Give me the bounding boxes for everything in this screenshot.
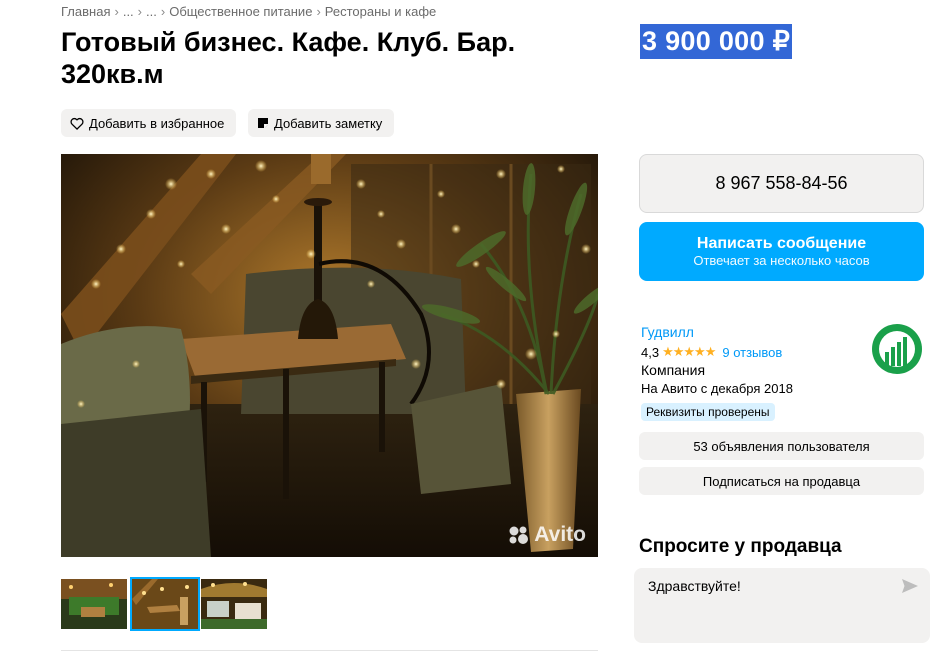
- ask-seller-input[interactable]: Здравствуйте!: [634, 568, 930, 643]
- breadcrumb: Главная ›... ›... › Общественное питание › Рес…: [61, 4, 436, 19]
- thumbnail-image: [132, 579, 198, 629]
- cafe-interior-image: [61, 154, 598, 557]
- page-title: Готовый бизнес. Кафе. Клуб. Бар. 320кв.м: [61, 27, 516, 89]
- main-photo[interactable]: Avito: [61, 154, 598, 557]
- avito-watermark: Avito: [508, 523, 586, 547]
- breadcrumb-item[interactable]: ...: [123, 4, 134, 19]
- breadcrumb-separator-icon: ›: [114, 4, 119, 19]
- reviews-link[interactable]: 9 отзывов: [722, 345, 782, 360]
- add-to-favorites-button[interactable]: Добавить в избранное: [61, 109, 237, 137]
- write-message-label: Написать сообщение: [696, 235, 867, 252]
- breadcrumb-item[interactable]: ...: [146, 4, 157, 19]
- ask-seller-message[interactable]: Здравствуйте!: [648, 578, 741, 594]
- thumbnail-image: [61, 579, 127, 629]
- send-icon[interactable]: [902, 579, 918, 593]
- seller-logo-icon[interactable]: [870, 322, 924, 376]
- avito-logo-icon: [509, 526, 529, 544]
- seller-type: Компания: [641, 362, 706, 378]
- avito-watermark-text: Avito: [534, 523, 586, 546]
- seller-rating: 4,3 ★★★★★ 9 отзывов: [641, 344, 782, 360]
- subscribe-seller-button[interactable]: Подписаться на продавца: [639, 467, 924, 495]
- verified-badge: Реквизиты проверены: [641, 403, 775, 421]
- seller-name-link[interactable]: Гудвилл: [641, 324, 694, 340]
- breadcrumb-item[interactable]: Главная: [61, 4, 110, 19]
- add-note-button[interactable]: Добавить заметку: [248, 109, 395, 137]
- add-note-label: Добавить заметку: [274, 115, 383, 131]
- show-phone-button[interactable]: 8 967 558-84-56: [639, 154, 924, 213]
- breadcrumb-separator-icon: ›: [316, 4, 321, 19]
- divider: [61, 650, 598, 651]
- breadcrumb-item[interactable]: Общественное питание: [169, 4, 312, 19]
- rating-value: 4,3: [641, 344, 660, 360]
- seller-listings-button[interactable]: 53 объявления пользователя: [639, 432, 924, 460]
- thumbnail-image: [201, 579, 267, 629]
- note-icon: [258, 118, 268, 128]
- star-icon: ★★★★★: [662, 344, 716, 359]
- write-message-button[interactable]: Написать сообщение Отвечает за несколько…: [639, 222, 924, 281]
- breadcrumb-separator-icon: ›: [160, 4, 166, 19]
- heart-icon: [70, 117, 84, 130]
- price: 3 900 000 ₽: [640, 24, 793, 59]
- add-to-favorites-label: Добавить в избранное: [89, 115, 225, 131]
- response-time-label: Отвечает за несколько часов: [693, 253, 870, 268]
- thumbnail-2[interactable]: [130, 577, 200, 631]
- breadcrumb-separator-icon: ›: [137, 4, 143, 19]
- breadcrumb-item[interactable]: Рестораны и кафе: [325, 4, 436, 19]
- seller-since: На Авито с декабря 2018: [641, 381, 793, 396]
- thumbnail-3[interactable]: [201, 579, 267, 629]
- thumbnail-1[interactable]: [61, 579, 127, 629]
- ask-seller-title: Спросите у продавца: [639, 536, 842, 557]
